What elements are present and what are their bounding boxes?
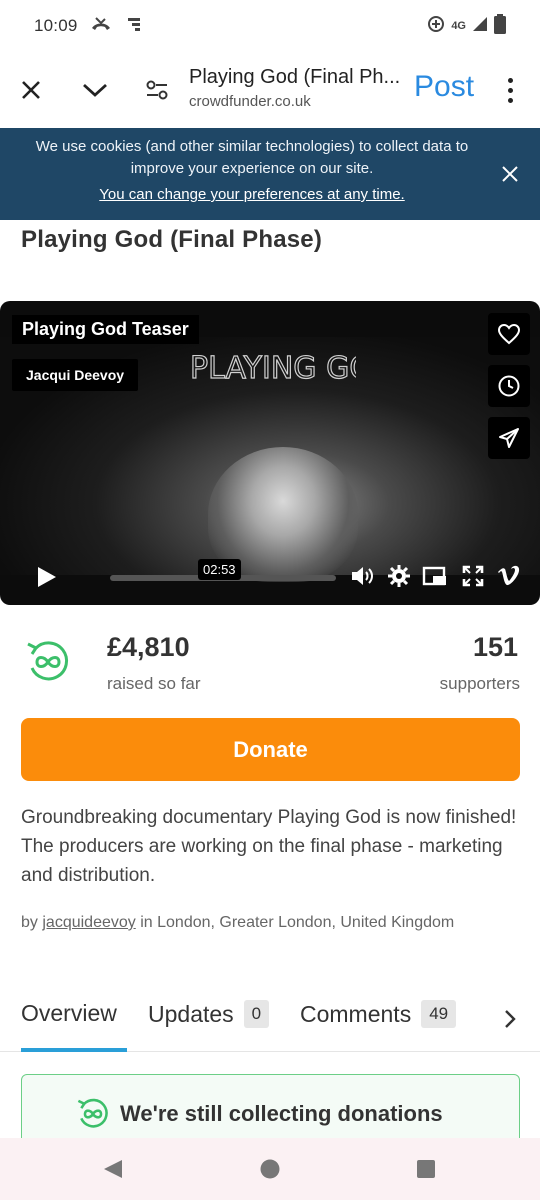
collapse-button[interactable] — [64, 52, 126, 128]
missed-call-icon — [90, 16, 112, 37]
tune-icon — [146, 80, 168, 100]
tab-comments[interactable]: Comments 49 — [300, 1000, 457, 1028]
home-button[interactable] — [259, 1158, 281, 1185]
clock-icon — [498, 375, 520, 397]
tabs-scroll-right-button[interactable] — [492, 1004, 528, 1034]
video-overlay-title: PLAYING GOD — [189, 350, 356, 386]
browser-toolbar: Playing God (Final Ph... crowdfunder.co.… — [0, 52, 540, 128]
supporters-count: 151 — [472, 632, 518, 662]
tab-label: Overview — [21, 1000, 117, 1026]
video-time: 02:53 — [198, 559, 241, 580]
cookie-preferences-link[interactable]: You can change your preferences at any t… — [99, 186, 404, 203]
back-button[interactable] — [102, 1158, 124, 1185]
gear-icon — [388, 565, 410, 587]
settings-button[interactable] — [386, 563, 412, 589]
fullscreen-button[interactable] — [460, 563, 486, 589]
cookie-banner: We use cookies (and other similar techno… — [0, 128, 540, 220]
tab-overview[interactable]: Overview — [21, 1000, 117, 1027]
picture-in-picture-button[interactable] — [422, 563, 448, 589]
volume-button[interactable] — [350, 563, 376, 589]
like-button[interactable] — [488, 313, 530, 355]
status-system-icons: 4G — [427, 13, 506, 39]
back-triangle-icon — [104, 1160, 122, 1178]
tab-updates[interactable]: Updates 0 — [148, 1000, 270, 1028]
close-icon — [22, 81, 40, 99]
project-description: Groundbreaking documentary Playing God i… — [21, 807, 517, 886]
tab-label: Comments — [300, 1000, 412, 1027]
chevron-right-icon — [505, 1010, 516, 1028]
fullscreen-icon — [462, 565, 484, 587]
network-type: 4G — [451, 20, 466, 32]
supporters-label: supporters — [439, 674, 520, 693]
author-link[interactable]: jacquideevoy — [42, 914, 135, 931]
cookie-close-button[interactable] — [496, 160, 524, 188]
raised-amount: £4,810 — [107, 632, 190, 662]
collecting-donations-header: We're still collecting donations — [74, 1095, 443, 1133]
project-byline: by jacquideevoy in London, Greater Londo… — [21, 910, 521, 936]
video-title[interactable]: Playing God Teaser — [12, 315, 199, 344]
status-bar: 10:09 4G — [0, 0, 540, 52]
byline-prefix: by — [21, 914, 38, 931]
cookie-text: We use cookies (and other similar techno… — [35, 138, 469, 177]
video-progress-bar[interactable]: 02:53 — [110, 559, 336, 581]
more-options-button[interactable] — [496, 72, 524, 108]
page-info[interactable]: Playing God (Final Ph... crowdfunder.co.… — [189, 66, 409, 110]
comments-count-badge: 49 — [421, 1000, 457, 1028]
updates-count-badge: 0 — [243, 1000, 270, 1028]
funding-progress-icon — [22, 636, 74, 693]
notification-icon — [126, 16, 142, 37]
heart-icon — [497, 323, 521, 345]
donate-button[interactable]: Donate — [21, 718, 520, 781]
recents-button[interactable] — [416, 1159, 436, 1184]
pip-icon — [422, 566, 446, 586]
close-icon — [502, 166, 518, 182]
home-circle-icon — [260, 1159, 280, 1179]
close-button[interactable] — [0, 52, 62, 128]
video-controls: 02:53 — [0, 553, 540, 605]
browser-page-title: Playing God (Final Ph... — [189, 66, 401, 88]
volume-icon — [352, 567, 373, 585]
play-button[interactable] — [36, 565, 58, 594]
funding-stats: £4,810 raised so far 151 supporters — [0, 620, 540, 710]
project-title: Playing God (Final Phase) — [21, 226, 323, 253]
project-tabs: Overview Updates 0 Comments 49 — [0, 990, 540, 1052]
vimeo-logo[interactable] — [496, 563, 522, 589]
more-dot — [507, 97, 513, 103]
browser-url: crowdfunder.co.uk — [189, 93, 311, 110]
tab-label: Updates — [148, 1000, 234, 1027]
recents-square-icon — [417, 1160, 435, 1178]
active-tab-indicator — [21, 1048, 127, 1052]
infinity-loop-icon — [27, 641, 69, 681]
vimeo-icon — [498, 565, 520, 586]
more-dot — [507, 87, 513, 93]
post-button[interactable]: Post — [414, 70, 474, 104]
more-dot — [507, 77, 513, 83]
raised-label: raised so far — [107, 674, 201, 693]
share-button[interactable] — [488, 417, 530, 459]
play-icon — [38, 567, 56, 587]
system-navigation-bar — [0, 1138, 540, 1200]
infinity-loop-icon — [77, 1098, 108, 1128]
page-settings-button[interactable] — [126, 52, 188, 128]
watch-later-button[interactable] — [488, 365, 530, 407]
signal-icon — [472, 16, 488, 37]
battery-icon — [494, 13, 506, 39]
send-icon — [499, 428, 519, 448]
video-author[interactable]: Jacqui Deevoy — [12, 359, 139, 391]
status-time: 10:09 — [34, 16, 78, 35]
data-saver-icon — [427, 15, 445, 38]
status-notification-icons — [90, 16, 142, 37]
collecting-donations-text: We're still collecting donations — [120, 1101, 443, 1126]
video-overlay-text: PLAYING GOD — [190, 351, 356, 386]
chevron-down-icon — [83, 83, 107, 97]
project-location: in London, Greater London, United Kingdo… — [140, 914, 455, 931]
